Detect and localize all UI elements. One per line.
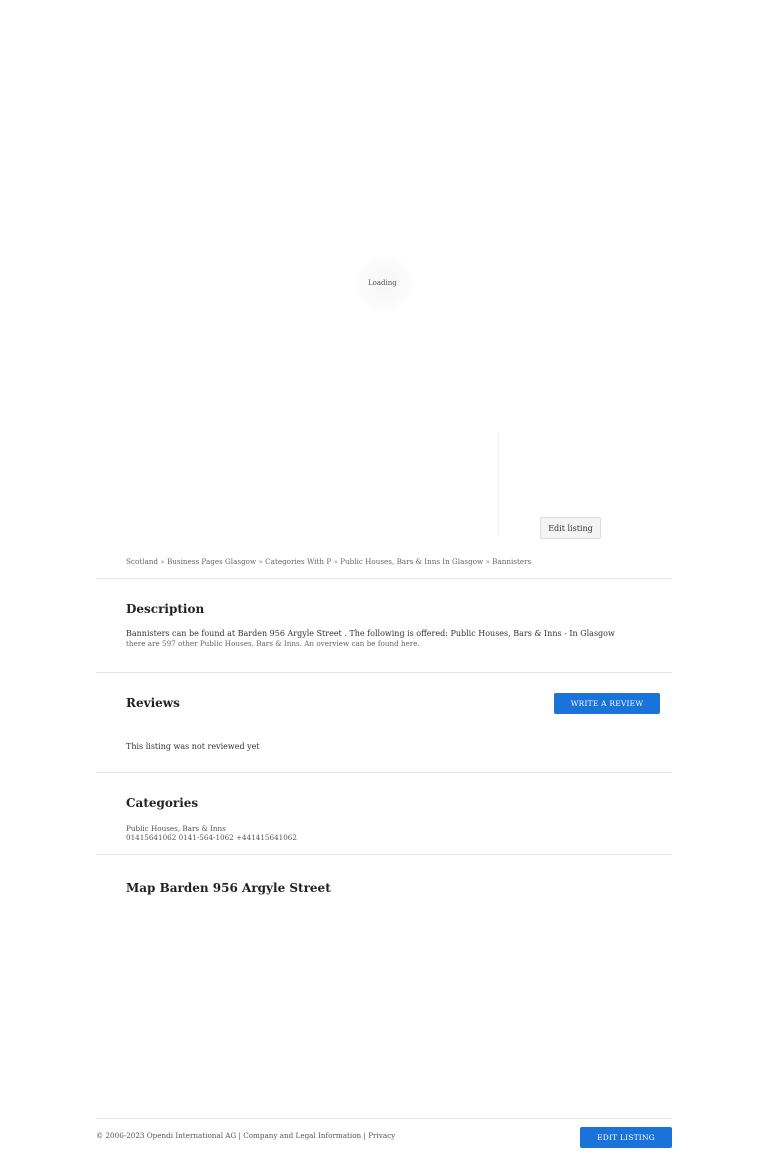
breadcrumb-separator: » bbox=[333, 557, 338, 566]
category-link[interactable]: Public Houses, Bars & Inns bbox=[126, 824, 226, 833]
description-overview-link[interactable]: there are 597 other Public Houses, Bars … bbox=[126, 639, 420, 648]
section-divider bbox=[96, 772, 672, 773]
section-divider bbox=[96, 578, 672, 579]
categories-title: Categories bbox=[126, 796, 199, 810]
breadcrumb-separator: » bbox=[160, 557, 165, 566]
footer-separator: | bbox=[363, 1131, 366, 1140]
breadcrumb-separator: » bbox=[258, 557, 263, 566]
reviews-title: Reviews bbox=[126, 696, 180, 710]
breadcrumb-item-categories[interactable]: Categories With P bbox=[265, 557, 331, 566]
breadcrumb-separator: » bbox=[485, 557, 490, 566]
footer-copyright: © 2006-2023 Opendi International AG | Co… bbox=[96, 1131, 294, 1140]
breadcrumb-item-scotland[interactable]: Scotland bbox=[126, 557, 158, 566]
vertical-divider bbox=[498, 432, 499, 536]
footer-legal-link[interactable]: Legal Information bbox=[296, 1131, 362, 1140]
edit-listing-button[interactable]: Edit listing bbox=[540, 517, 601, 539]
section-divider bbox=[96, 672, 672, 673]
map-title: Map Barden 956 Argyle Street bbox=[126, 881, 331, 895]
breadcrumb: Scotland » Business Pages Glasgow » Cate… bbox=[126, 557, 686, 567]
loading-text: Loading bbox=[368, 279, 397, 287]
description-text: Bannisters can be found at Barden 956 Ar… bbox=[126, 629, 615, 638]
footer-text: © 2006-2023 Opendi International AG | Co… bbox=[96, 1131, 395, 1141]
description-title: Description bbox=[126, 602, 205, 616]
edit-listing-footer-button[interactable]: EDIT LISTING bbox=[580, 1127, 672, 1148]
footer-privacy-link[interactable]: Privacy bbox=[368, 1131, 395, 1140]
breadcrumb-item-public-houses[interactable]: Public Houses, Bars & Inns In Glasgow bbox=[340, 557, 483, 566]
section-divider bbox=[96, 854, 672, 855]
phone-numbers: 01415641062 0141-564-1062 +441415641062 bbox=[126, 833, 297, 842]
write-review-button[interactable]: WRITE A REVIEW bbox=[554, 693, 660, 714]
footer-divider bbox=[96, 1118, 672, 1119]
breadcrumb-item-business-pages[interactable]: Business Pages Glasgow bbox=[167, 557, 256, 566]
breadcrumb-item-current: Bannisters bbox=[492, 557, 532, 566]
no-reviews-text: This listing was not reviewed yet bbox=[126, 742, 260, 751]
map-area[interactable] bbox=[126, 905, 672, 1105]
